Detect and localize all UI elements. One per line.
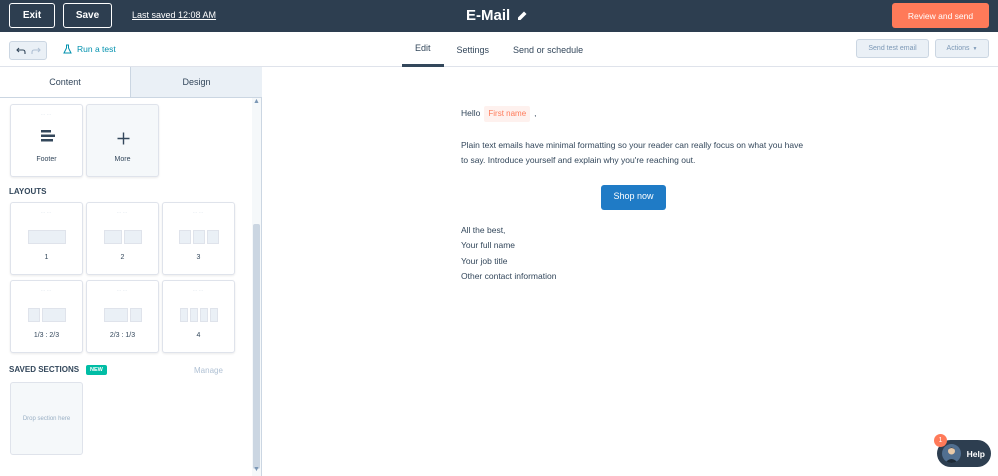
layout-preview (163, 308, 234, 322)
drop-section-zone[interactable]: Drop section here (10, 382, 83, 455)
module-label: Footer (36, 156, 57, 163)
footer-icon (41, 130, 55, 142)
run-a-test-label: Run a test (77, 44, 116, 54)
last-saved-link[interactable]: Last saved 12:08 AM (132, 10, 216, 20)
exit-button[interactable]: Exit (9, 3, 55, 28)
top-bar: Exit Save Last saved 12:08 AM E-Mail Rev… (0, 0, 998, 32)
tab-content[interactable]: Content (0, 67, 130, 98)
layout-card-1[interactable]: ⋯⋯ 1 (10, 202, 83, 275)
tab-edit[interactable]: Edit (402, 32, 444, 67)
saved-sections-heading: SAVED SECTIONS (9, 365, 80, 374)
scroll-thumb[interactable] (253, 224, 260, 469)
panel-scrollbar[interactable]: ▲ ▼ (252, 98, 261, 476)
layouts-heading: LAYOUTS (9, 187, 47, 196)
layout-label: 2/3 : 1/3 (109, 332, 136, 339)
flask-icon (63, 44, 72, 54)
new-badge: NEW (86, 365, 107, 375)
module-card-footer[interactable]: ⋯⋯ Footer (10, 104, 83, 177)
send-test-email-button[interactable]: Send test email (856, 39, 929, 58)
drag-handle-icon: ⋯⋯ (192, 210, 205, 216)
notification-badge: 1 (934, 434, 947, 447)
undo-redo-group (9, 41, 47, 60)
layout-label: 4 (196, 332, 201, 339)
module-label: More (114, 156, 131, 163)
actions-dropdown[interactable]: Actions ▼ (935, 39, 989, 58)
drag-handle-icon: ⋯⋯ (116, 288, 129, 294)
layout-preview (87, 308, 158, 322)
content-panel: Content Design ⋯⋯ Footer More LAYOUTS ⋯⋯… (0, 67, 262, 476)
save-button[interactable]: Save (63, 3, 112, 28)
person-icon (945, 447, 958, 463)
greeting-comma: , (534, 108, 537, 118)
review-and-send-button[interactable]: Review and send (892, 3, 989, 28)
email-canvas: Hello First name , Plain text emails hav… (262, 67, 998, 476)
scroll-up-icon[interactable]: ▲ (253, 98, 260, 105)
pencil-icon[interactable] (517, 9, 527, 21)
body-paragraph: Plain text emails have minimal formattin… (461, 139, 804, 166)
tab-settings[interactable]: Settings (457, 32, 490, 67)
layout-card-2[interactable]: ⋯⋯ 2 (86, 202, 159, 275)
layout-card-2-3-1-3[interactable]: ⋯⋯ 2/3 : 1/3 (86, 280, 159, 353)
tab-send-or-schedule[interactable]: Send or schedule (513, 32, 583, 67)
first-name-token[interactable]: First name (484, 106, 531, 122)
drag-handle-icon: ⋯⋯ (40, 112, 53, 118)
shop-now-button[interactable]: Shop now (601, 184, 666, 210)
cta-wrapper: Shop now (461, 184, 806, 210)
signoff-line: Other contact information (461, 271, 557, 281)
avatar (942, 444, 961, 463)
module-card-more[interactable]: More (86, 104, 159, 177)
layout-card-4[interactable]: ⋯⋯ 4 (162, 280, 235, 353)
layout-label: 1 (44, 254, 49, 261)
layout-card-1-3-2-3[interactable]: ⋯⋯ 1/3 : 2/3 (10, 280, 83, 353)
help-label: Help (966, 448, 985, 459)
drag-handle-icon: ⋯⋯ (40, 288, 53, 294)
redo-icon[interactable] (30, 47, 41, 55)
editor-tabs: Edit Settings Send or schedule (402, 32, 607, 67)
layout-preview (87, 230, 158, 244)
layout-card-3[interactable]: ⋯⋯ 3 (162, 202, 235, 275)
layout-label: 1/3 : 2/3 (33, 332, 60, 339)
layout-label: 3 (196, 254, 201, 261)
signoff-line: Your job title (461, 255, 508, 266)
tab-design[interactable]: Design (130, 67, 262, 98)
layout-preview (11, 308, 82, 322)
greeting-line: Hello First name , (461, 106, 806, 122)
undo-icon[interactable] (15, 47, 26, 55)
caret-down-icon: ▼ (972, 45, 978, 52)
drag-handle-icon: ⋯⋯ (192, 288, 205, 294)
signoff-line: Your full name (461, 240, 516, 250)
layout-preview (163, 230, 234, 244)
email-body[interactable]: Hello First name , Plain text emails hav… (461, 106, 806, 285)
editor-toolbar: Run a test Edit Settings Send or schedul… (0, 32, 998, 67)
signoff-line: All the best, (461, 224, 506, 235)
drag-handle-icon: ⋯⋯ (116, 210, 129, 216)
signoff-block: All the best, Your full name Your job ti… (461, 223, 806, 285)
run-a-test-link[interactable]: Run a test (63, 44, 116, 54)
plus-icon (117, 132, 130, 145)
greeting-text: Hello (461, 108, 481, 118)
manage-link[interactable]: Manage (194, 366, 223, 375)
drag-handle-icon: ⋯⋯ (40, 210, 53, 216)
scroll-down-icon[interactable]: ▼ (253, 466, 260, 473)
actions-label: Actions (946, 45, 970, 52)
layout-preview (11, 230, 82, 244)
layout-label: 2 (120, 254, 125, 261)
page-title: E-Mail (466, 7, 511, 24)
